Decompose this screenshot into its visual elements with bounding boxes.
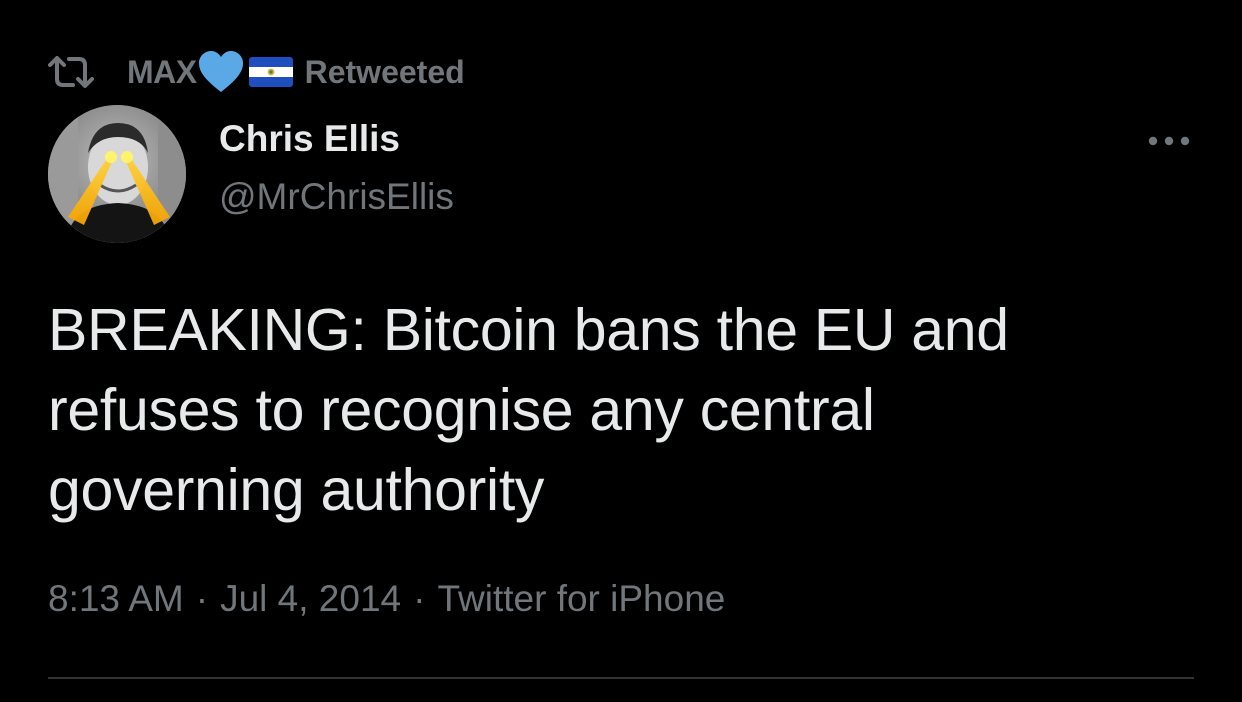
tweet-line: BREAKING: Bitcoin bans the EU and — [48, 297, 1009, 363]
retweet-icon — [48, 52, 94, 92]
retweeted-label: Retweeted — [304, 53, 465, 90]
author-handle[interactable]: @MrChrisEllis — [219, 176, 454, 218]
more-horizontal-icon[interactable] — [1146, 128, 1192, 154]
tweet-time[interactable]: 8:13 AM — [48, 578, 184, 619]
author-avatar[interactable] — [48, 105, 186, 243]
retweeter-name[interactable]: MAX — [127, 54, 197, 91]
tweet-text: BREAKING: Bitcoin bans the EU and refuse… — [48, 290, 1168, 530]
divider — [48, 677, 1194, 679]
meta-separator: · — [195, 578, 209, 619]
el-salvador-flag-icon — [248, 57, 293, 87]
meta-separator: · — [413, 578, 426, 619]
blue-heart-icon — [197, 50, 245, 94]
retweet-context[interactable]: MAX Retweeted — [48, 50, 465, 94]
tweet-source[interactable]: Twitter for iPhone — [437, 578, 725, 619]
tweet-card[interactable]: MAX Retweeted Chris Ellis @MrChrisEllis … — [0, 0, 1242, 702]
tweet-line: refuses to recognise any central — [48, 377, 875, 443]
tweet-meta: 8:13 AM · Jul 4, 2014 · Twitter for iPhone — [48, 578, 725, 620]
author-name[interactable]: Chris Ellis — [219, 118, 400, 160]
tweet-date[interactable]: Jul 4, 2014 — [220, 578, 401, 619]
tweet-line: governing authority — [48, 457, 545, 523]
